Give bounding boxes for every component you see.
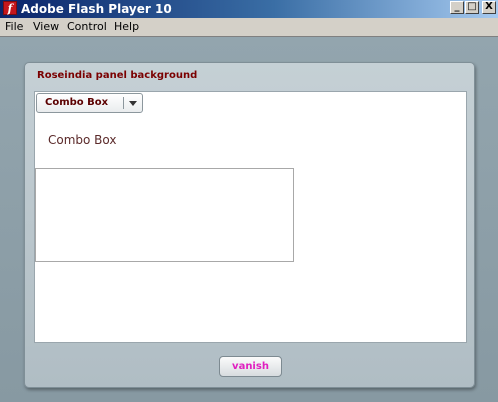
flash-player-icon: f: [3, 1, 17, 15]
flash-stage: Roseindia panel background Combo Box Com…: [0, 37, 498, 402]
combo-box[interactable]: Combo Box: [36, 93, 143, 113]
chevron-down-icon[interactable]: [129, 101, 137, 106]
menu-file[interactable]: File: [5, 20, 23, 34]
menu-control[interactable]: Control: [67, 20, 107, 34]
roseindia-panel: Roseindia panel background Combo Box Com…: [24, 62, 475, 388]
maximize-button[interactable]: □: [465, 1, 479, 14]
window-title: Adobe Flash Player 10: [21, 2, 172, 16]
combo-box-text: Combo Box: [48, 133, 117, 147]
title-bar[interactable]: f Adobe Flash Player 10 _ □ X: [0, 0, 498, 18]
panel-title: Roseindia panel background: [37, 70, 198, 81]
menu-view[interactable]: View: [33, 20, 59, 34]
list-box[interactable]: [35, 168, 294, 262]
combo-box-selected: Combo Box: [45, 97, 109, 108]
close-button[interactable]: X: [482, 1, 496, 14]
panel-content: Combo Box Combo Box: [34, 91, 467, 343]
menu-help[interactable]: Help: [114, 20, 139, 34]
combo-box-divider: [123, 97, 124, 109]
vanish-button[interactable]: vanish: [219, 356, 282, 377]
minimize-button[interactable]: _: [450, 1, 464, 14]
menu-bar: File View Control Help: [0, 18, 498, 37]
